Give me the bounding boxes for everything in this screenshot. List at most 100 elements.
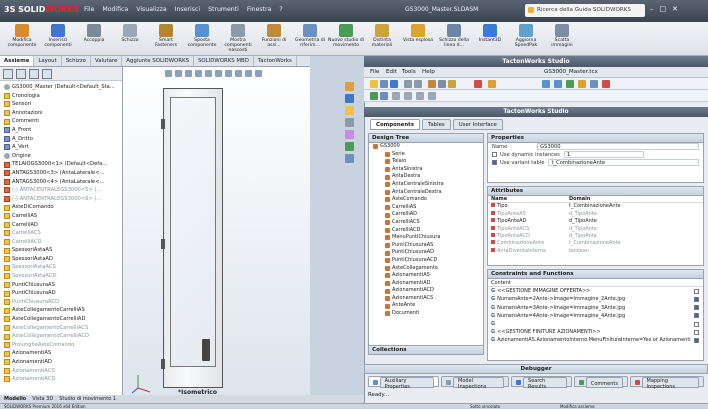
ribbon-button[interactable]: Vista esplosa xyxy=(400,24,436,54)
constraint-row[interactable]: G NumeroAnte=2Ante->Image=Immagine_2Ante.… xyxy=(488,295,703,303)
ribbon-button[interactable]: Nuovo studio di movimento xyxy=(328,24,364,54)
tab-tactonworks[interactable]: TactonWorks xyxy=(254,56,297,66)
ribbon-button[interactable]: Mostra componenti nascosti xyxy=(220,24,256,54)
tree-item[interactable]: CarrelliACD xyxy=(0,238,122,247)
feature-manager-icon[interactable] xyxy=(3,69,13,79)
door-assembly-model[interactable] xyxy=(161,88,223,388)
tab-mbd[interactable]: SOLIDWORKS MBD xyxy=(194,56,254,66)
design-tree-item[interactable]: Telaio xyxy=(369,158,483,166)
tab-user-interface[interactable]: User Interface xyxy=(452,119,503,130)
design-library-icon[interactable] xyxy=(345,94,354,103)
tree-item[interactable]: ANTAGS3000<4> (AntaLaterale<... xyxy=(0,178,122,187)
constraint-row[interactable]: G <<GESTIONE FINITURE AZIONAMENTI>> xyxy=(488,328,703,336)
menu-help[interactable]: ? xyxy=(279,6,282,13)
tree-item[interactable]: AsteCollegamentoCarrelliACD xyxy=(0,332,122,341)
constraint-row[interactable]: G xyxy=(488,320,703,328)
add-domain-icon[interactable] xyxy=(428,92,436,100)
tree-item[interactable]: AzionamentiAD xyxy=(0,358,122,367)
section-view-icon[interactable] xyxy=(195,70,202,77)
ribbon-button[interactable]: Geometria di riferim... xyxy=(292,24,328,54)
view-palette-icon[interactable] xyxy=(345,118,354,127)
tree-item[interactable]: Origine xyxy=(0,152,122,161)
design-tree-item[interactable]: AntaCentraleSinistra xyxy=(369,181,483,189)
tree-item[interactable]: AsteCollegamentoCarrelliAS xyxy=(0,306,122,315)
ribbon-button[interactable]: Instant3D xyxy=(472,24,508,54)
delete-icon[interactable] xyxy=(474,80,482,88)
tab-schizzo[interactable]: Schizzo xyxy=(62,56,91,66)
tab-vista-3d[interactable]: Vista 3D xyxy=(32,395,53,403)
menu-visualizza[interactable]: Visualizza xyxy=(136,6,166,13)
tree-item[interactable]: Annotazioni xyxy=(0,109,122,118)
ribbon-button[interactable]: Distinta materiali xyxy=(364,24,400,54)
tree-item[interactable]: CarrelliAD xyxy=(0,221,122,230)
edit-appearance-icon[interactable] xyxy=(235,70,242,77)
tree-item[interactable]: PuntiChiusuraAS xyxy=(0,281,122,290)
back-icon[interactable] xyxy=(542,80,550,88)
constraint-row[interactable]: G <<GESTIONE IMMAGINE OFFERTA>> xyxy=(488,287,703,295)
attribute-row[interactable]: TipoAnteAS d_TipoAnte xyxy=(488,210,703,218)
debugger-tab[interactable]: Comments xyxy=(573,376,628,388)
display-style-icon[interactable] xyxy=(215,70,222,77)
menu-modifica[interactable]: Modifica xyxy=(102,6,128,13)
ribbon-button[interactable]: Scatta immagini xyxy=(544,24,580,54)
appearances-icon[interactable] xyxy=(345,130,354,139)
menu-finestra[interactable]: Finestra xyxy=(247,6,272,13)
tree-item[interactable]: AzionamentiACD xyxy=(0,375,122,384)
ribbon-button[interactable]: Funzioni di assi... xyxy=(256,24,292,54)
constraint-checkbox[interactable] xyxy=(694,296,699,302)
design-tree-item[interactable]: AzionamentiAD xyxy=(369,280,483,288)
tactonworks-icon[interactable] xyxy=(345,142,354,151)
constraint-row[interactable]: G NumeroAnte=3Ante->Image=Immagine_3Ante.… xyxy=(488,304,703,312)
tree-item[interactable]: ProlungheAsteComando xyxy=(0,341,122,350)
constraint-checkbox[interactable] xyxy=(694,288,699,294)
ribbon-button[interactable]: Sposta componente xyxy=(184,24,220,54)
tree-item[interactable]: AsteCollegamentoCarrelliACS xyxy=(0,324,122,333)
design-tree-item[interactable]: CarrelliACS xyxy=(369,219,483,227)
constraint-checkbox[interactable] xyxy=(694,337,699,343)
info-icon[interactable] xyxy=(590,80,598,88)
add-function-icon[interactable] xyxy=(404,92,412,100)
tree-item[interactable]: PuntiChiusuraACD xyxy=(0,298,122,307)
variant-table-select[interactable]: t_CombinazioneAnte xyxy=(548,159,699,166)
configuration-manager-icon[interactable] xyxy=(29,69,39,79)
ribbon-button[interactable]: Aggiorna SpeedPak xyxy=(508,24,544,54)
design-tree-item[interactable]: Serie xyxy=(369,151,483,159)
design-tree-item[interactable]: AsteCollegamento xyxy=(369,265,483,273)
tree-item[interactable]: SpessoriAstaACD xyxy=(0,272,122,281)
tree-item[interactable]: ANTAGS3000<3> (AntaLaterale<... xyxy=(0,169,122,178)
tree-item[interactable]: SpessoriAstaAS xyxy=(0,246,122,255)
maximize-icon[interactable]: □ xyxy=(660,5,667,13)
add-constraint-icon[interactable] xyxy=(392,92,400,100)
dynamic-instances-field[interactable]: 1 xyxy=(563,151,644,158)
tree-item[interactable]: (-) ANTACENTRALEGS3000<5> (... xyxy=(0,186,122,195)
dimxpert-icon[interactable] xyxy=(42,69,52,79)
ribbon-button[interactable]: Inserisci componenti xyxy=(40,24,76,54)
property-manager-icon[interactable] xyxy=(16,69,26,79)
attribute-row[interactable]: AntaDiventaInterna boolean xyxy=(488,247,703,255)
attribute-row[interactable]: TipoAnteACS d_TipoAnte xyxy=(488,225,703,233)
cut-icon[interactable] xyxy=(428,80,436,88)
studio-menu-tools[interactable]: Tools xyxy=(402,69,416,75)
tree-item[interactable]: AsteCollegamentoCarrelliAD xyxy=(0,315,122,324)
debugger-header[interactable]: Debugger xyxy=(364,364,708,374)
constraint-checkbox[interactable] xyxy=(694,329,699,335)
tree-item[interactable]: CarrelliACS xyxy=(0,229,122,238)
menu-file[interactable]: File xyxy=(84,6,94,13)
tab-tables[interactable]: Tables xyxy=(421,119,451,130)
design-tree-item[interactable]: AzionamentiACS xyxy=(369,295,483,303)
tree-item[interactable]: PuntiChiusuraAD xyxy=(0,289,122,298)
ribbon-button[interactable]: Accoppia xyxy=(76,24,112,54)
studio-menu-edit[interactable]: Edit xyxy=(386,69,397,75)
tree-item[interactable]: Sensori xyxy=(0,100,122,109)
hide-show-icon[interactable] xyxy=(225,70,232,77)
tree-item[interactable]: AzionamentiAS xyxy=(0,349,122,358)
scene-icon[interactable] xyxy=(245,70,252,77)
tab-aggiunte[interactable]: Aggiunte SOLIDWORKS xyxy=(122,56,194,66)
tree-item[interactable]: AsteDiComando xyxy=(0,203,122,212)
tree-item[interactable]: A_Vert xyxy=(0,143,122,152)
refresh-icon[interactable] xyxy=(566,80,574,88)
tree-item[interactable]: Commenti xyxy=(0,117,122,126)
undo-icon[interactable] xyxy=(404,80,412,88)
variant-table-checkbox[interactable] xyxy=(492,160,497,165)
collections-header[interactable]: Collections xyxy=(368,345,484,355)
